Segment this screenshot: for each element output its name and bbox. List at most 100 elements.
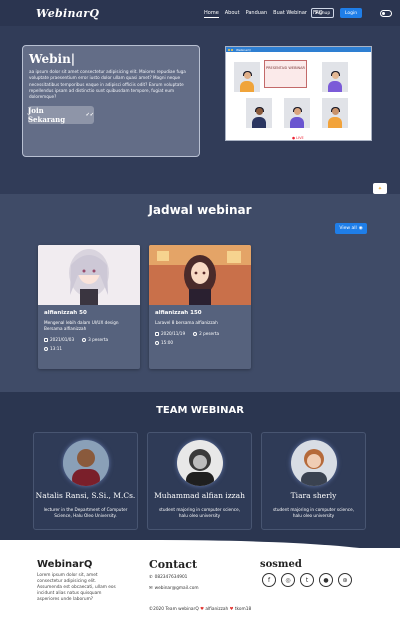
site-logo[interactable]: WebinarQ (36, 7, 99, 20)
participant-icon (240, 71, 254, 92)
live-indicator: ● LIVE (292, 136, 304, 140)
heart-icon: ♥ (229, 607, 234, 612)
signup-button[interactable]: Signup (311, 8, 334, 18)
card-participants: 2 peserta (199, 331, 220, 336)
theme-toggle[interactable] (380, 10, 392, 17)
avatar (176, 440, 223, 486)
team-member-desc: lecturer in the Department of Computer S… (43, 507, 128, 518)
calendar-icon (44, 338, 48, 342)
contact-email: ✉ webinar@gmail.com (149, 586, 199, 591)
presentation-board: PRESENTASI WEBINAR (264, 60, 307, 88)
view-all-button[interactable]: View all ◉ (335, 223, 367, 234)
card-time: 13:11 (50, 346, 63, 351)
copyright-class: tkom18 (234, 607, 252, 612)
team-member-name: Tiara sherly (290, 491, 337, 500)
clock-icon (155, 341, 159, 345)
top-navbar: WebinarQ Home About Panduan Buat Webinar… (0, 0, 400, 26)
window-title: WebinarQ (236, 47, 251, 52)
participant-tile (234, 62, 260, 92)
card-participants: 3 peserta (88, 337, 109, 342)
nav-menu: Home About Panduan Buat Webinar FAQ (204, 10, 323, 18)
contact-phone: ✆ 082347634901 (149, 575, 187, 580)
eye-icon: ◉ (358, 226, 363, 231)
social-links: f ◎ t ● ⊛ (262, 573, 352, 587)
team-title: TEAM WEBINAR (156, 405, 244, 416)
dribbble-icon[interactable]: ⊛ (338, 573, 352, 587)
heart-icon: ♥ (200, 607, 204, 612)
card-description: Laravel 8 bersama alfianizzah (155, 320, 218, 325)
card-description: Mengenal lebih dalam UI/UX design Bersam… (44, 320, 119, 331)
github-icon[interactable]: ● (319, 573, 333, 587)
facebook-icon[interactable]: f (262, 573, 276, 587)
sosmed-title: sosmed (260, 559, 302, 570)
team-member-desc: student majoring in computer science, ha… (273, 507, 354, 518)
participant-icon (328, 71, 342, 92)
phone-icon: ✆ (149, 575, 153, 580)
participant-tile (322, 62, 348, 92)
view-all-label: View all (339, 226, 357, 231)
hero-section: Webin| aa ipsum dolor sit amet consectet… (0, 26, 400, 194)
live-label: LIVE (296, 136, 304, 140)
team-section: TEAM WEBINAR ‹ › Natalis Ransi, S.Si., M… (0, 392, 400, 548)
clock-icon (44, 347, 48, 351)
copyright: ©2020 Team webinarQ ♥ alfianizzah ♥ tkom… (0, 607, 400, 612)
webinar-card[interactable]: alfianizzah 50 Mengenal lebih dalam UI/U… (38, 245, 140, 369)
hero-title: Webin| (29, 52, 76, 66)
users-icon (82, 338, 87, 342)
floating-widget-icon[interactable]: ✦ (373, 183, 387, 194)
footer-brand: WebinarQ (37, 559, 93, 570)
webinar-thumbnail (149, 245, 251, 305)
window-dot-icon (231, 48, 233, 51)
join-now-label: Join Sekarang (28, 106, 66, 124)
schedule-section: Jadwal webinar View all ◉ alfianizzah 50… (0, 194, 400, 392)
join-now-button[interactable]: Join Sekarang ✓✓ (28, 106, 94, 124)
window-dot-icon (228, 48, 230, 51)
webinar-card[interactable]: alfianizzah 150 Laravel 8 bersama alfian… (149, 245, 251, 369)
webinar-illustration: WebinarQ PRESENTASI WEBINAR ● LIVE (225, 46, 372, 141)
team-member-name: Muhammad alfian izzah (154, 491, 245, 500)
participant-icon (290, 107, 304, 128)
card-host: alfianizzah 50 (44, 310, 87, 316)
schedule-title: Jadwal webinar (148, 203, 252, 217)
team-member-name: Natalis Ransi, S.Si., M.Cs. (35, 491, 136, 500)
nav-item-panduan[interactable]: Panduan (246, 10, 268, 18)
participant-tile (246, 98, 272, 128)
nav-item-home[interactable]: Home (204, 10, 219, 18)
phone-number: 082347634901 (154, 575, 188, 580)
card-time: 15:00 (161, 340, 174, 345)
team-member-desc: student majoring in computer science, ha… (159, 507, 240, 518)
mail-icon: ✉ (149, 586, 153, 591)
login-button[interactable]: Login (340, 8, 362, 18)
participant-tile (322, 98, 348, 128)
hero-card: Webin| aa ipsum dolor sit amet consectet… (22, 45, 200, 157)
anime-girl-image (149, 245, 251, 305)
card-date: 2021/01/03 (50, 337, 75, 342)
email-address: webinar@gmail.com (154, 586, 199, 591)
avatar (290, 440, 337, 486)
calendar-icon (155, 332, 159, 336)
avatar (62, 440, 109, 486)
twitter-icon[interactable]: t (300, 573, 314, 587)
participant-icon (252, 107, 266, 128)
participant-icon (328, 107, 342, 128)
users-icon (193, 332, 198, 336)
copyright-author: alfianizzah (205, 607, 229, 612)
nav-item-about[interactable]: About (225, 10, 240, 18)
team-member-card: Muhammad alfian izzah student majoring i… (147, 432, 252, 530)
footer-text: Lorem ipsum dolor sit, amet consectetur … (37, 573, 116, 602)
card-date: 2020/11/19 (161, 331, 186, 336)
check-double-icon: ✓✓ (85, 112, 94, 118)
anime-girl-image (38, 245, 140, 305)
hero-text: aa ipsum dolor sit amet consectetur adip… (29, 69, 186, 100)
team-member-card: Natalis Ransi, S.Si., M.Cs. lecturer in … (33, 432, 138, 530)
footer: WebinarQ Lorem ipsum dolor sit, amet con… (0, 540, 400, 620)
team-member-card: Tiara sherly student majoring in compute… (261, 432, 366, 530)
webinar-thumbnail (38, 245, 140, 305)
participant-tile (284, 98, 310, 128)
copyright-team: ©2020 Team webinarQ (148, 607, 199, 612)
contact-title: Contact (149, 558, 198, 571)
card-host: alfianizzah 150 (155, 310, 202, 316)
window-title-bar: WebinarQ (226, 47, 371, 52)
nav-item-buat-webinar[interactable]: Buat Webinar (273, 10, 307, 18)
instagram-icon[interactable]: ◎ (281, 573, 295, 587)
